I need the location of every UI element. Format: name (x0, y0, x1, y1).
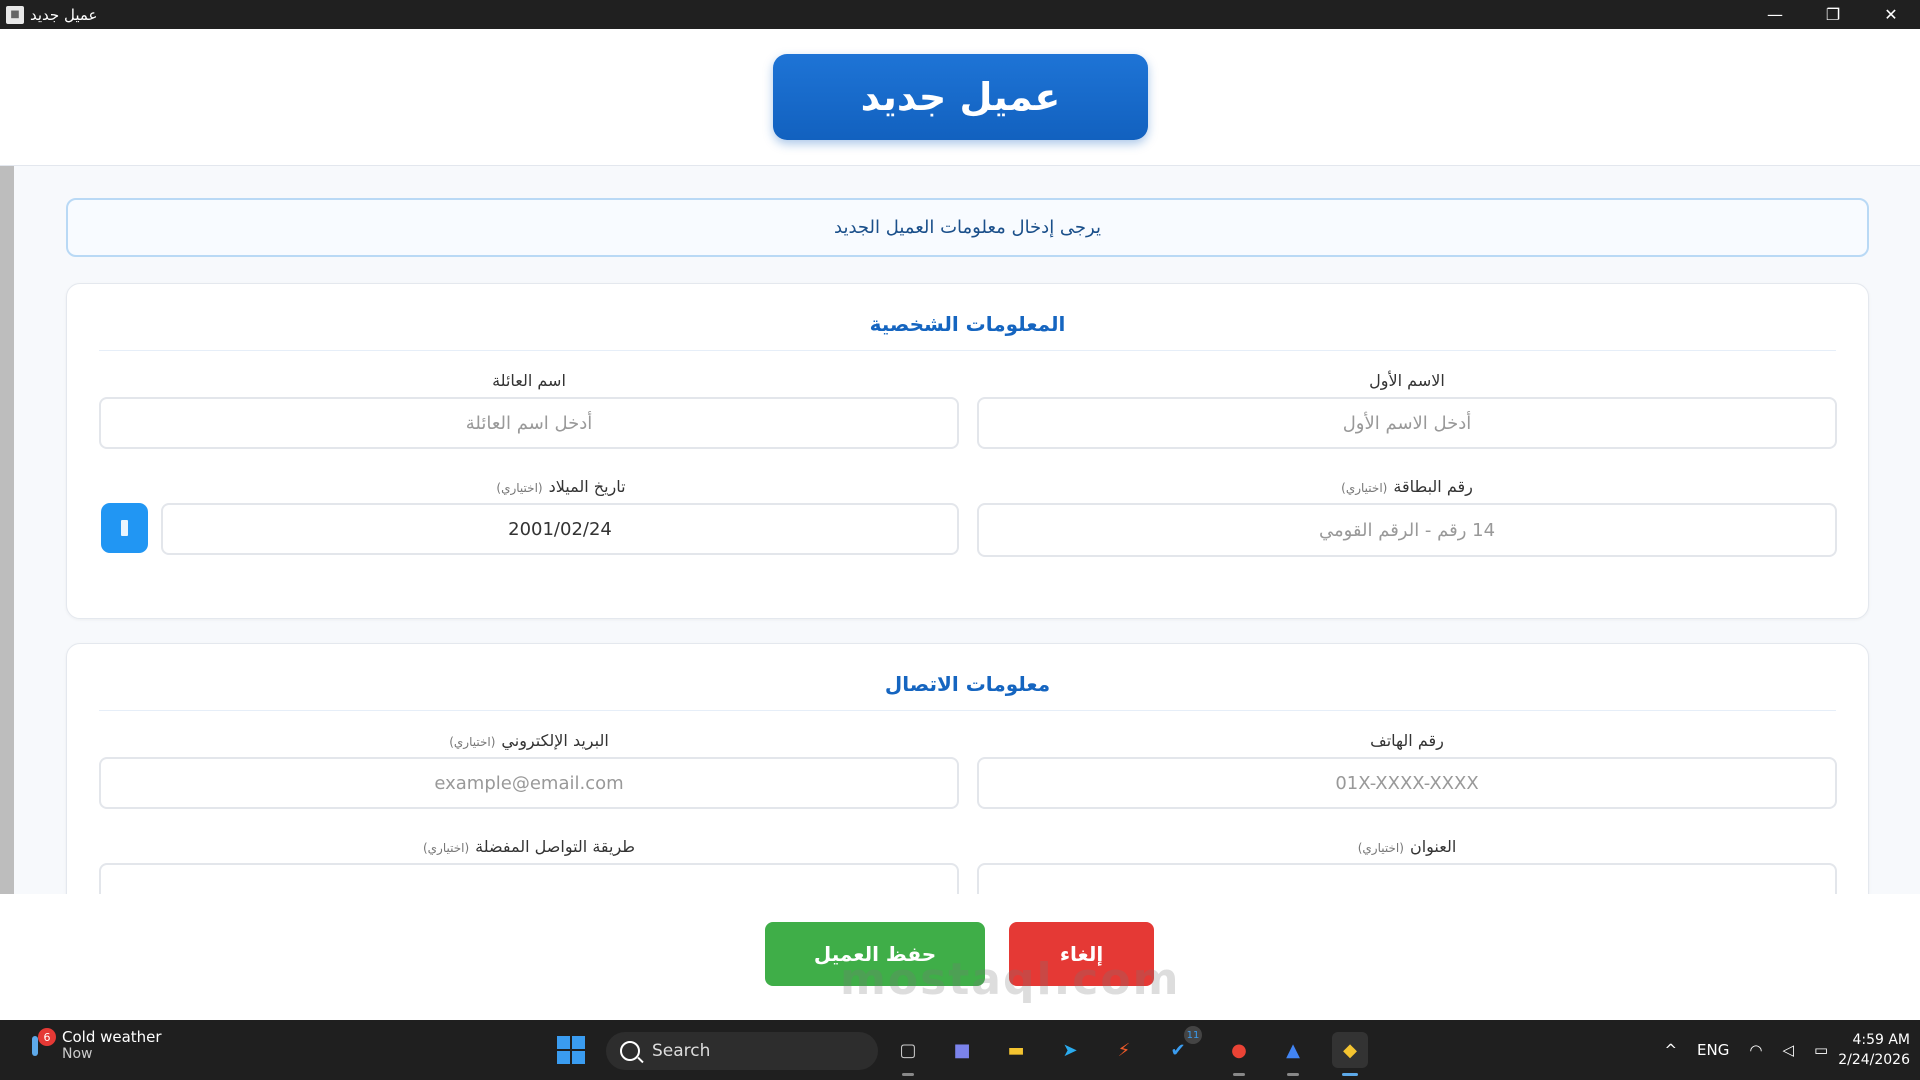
section-title-contact: معلومات الاتصال (884, 672, 1051, 696)
app-icon: ■ (6, 5, 24, 24)
window-controls: — ❐ ✕ (1746, 0, 1920, 29)
arc-icon[interactable]: ▲ (1275, 1032, 1311, 1076)
close-button[interactable]: ✕ (1862, 0, 1920, 29)
windows-start-icon[interactable] (557, 1036, 585, 1064)
scrollbar[interactable] (0, 166, 14, 894)
contact-method-label: طريقة التواصل المفضلة(اختياري) (422, 837, 636, 856)
todo-icon[interactable]: ✔ 11 (1160, 1026, 1202, 1068)
optional-tag: (اختياري) (422, 841, 470, 855)
tray-chevron-icon[interactable]: ^ (1664, 1041, 1677, 1059)
birth-date-label: تاريخ الميلاد(اختياري) (496, 477, 626, 496)
email-label: البريد الإلكتروني(اختياري) (449, 731, 609, 750)
taskbar: 6 Cold weather Now Search ▢ ■ ▬ ➤ ⚡ ✔ 11 … (0, 1020, 1920, 1080)
form-actions: حفظ العميل إلغاء mostaql.com (0, 894, 1920, 1020)
section-title-personal: المعلومات الشخصية (869, 312, 1066, 336)
minimize-button[interactable]: — (1746, 0, 1804, 29)
id-number-input[interactable]: 14 رقم - الرقم القومي (977, 503, 1837, 557)
telegram-icon[interactable]: ➤ (1052, 1032, 1088, 1068)
maximize-button[interactable]: ❐ (1804, 0, 1862, 29)
battery-icon[interactable]: ▭ (1814, 1041, 1828, 1059)
email-input[interactable]: example@email.com (99, 757, 959, 809)
last-name-label: اسم العائلة (492, 371, 566, 390)
weather-badge: 6 (38, 1028, 56, 1046)
flash-icon[interactable]: ⚡ (1106, 1032, 1142, 1068)
todo-badge: 11 (1184, 1026, 1202, 1044)
system-tray: ^ ENG ◠ ◁ ▭ 4:59 AM 2/24/2026 (1654, 1020, 1920, 1080)
search-icon (620, 1041, 640, 1061)
clock[interactable]: 4:59 AM 2/24/2026 (1838, 1030, 1910, 1070)
watermark: mostaql.com (840, 954, 1181, 1005)
taskbar-search[interactable]: Search (606, 1032, 878, 1070)
address-label: العنوان(اختياري) (1357, 837, 1457, 856)
optional-tag: (اختياري) (1341, 481, 1388, 495)
calendar-icon (121, 520, 128, 536)
first-name-input[interactable]: أدخل الاسم الأول (977, 397, 1837, 449)
page-header: عميل جديد (0, 29, 1920, 166)
clock-date: 2/24/2026 (1838, 1052, 1910, 1068)
optional-tag: (اختياري) (449, 735, 496, 749)
thermometer-icon: 6 (20, 1028, 56, 1060)
section-divider (99, 350, 1836, 351)
weather-sub: Now (62, 1046, 93, 1062)
birth-date-input[interactable]: 2001/02/24 (161, 503, 959, 555)
weather-widget[interactable]: 6 Cold weather Now (20, 1028, 162, 1062)
weather-title: Cold weather (62, 1028, 162, 1046)
info-banner: يرجى إدخال معلومات العميل الجديد (66, 198, 1869, 257)
contact-info-card: معلومات الاتصال رقم الهاتف 01X-XXXX-XXXX… (66, 643, 1869, 894)
section-divider (99, 710, 1836, 711)
phone-label: رقم الهاتف (1370, 731, 1444, 750)
folder-icon[interactable]: ▬ (998, 1032, 1034, 1068)
page-title: عميل جديد (773, 54, 1148, 140)
language-indicator[interactable]: ENG (1697, 1041, 1729, 1059)
volume-icon[interactable]: ◁ (1782, 1041, 1794, 1059)
window-title: عميل جديد (30, 5, 98, 24)
contact-method-select[interactable] (99, 863, 959, 894)
chrome-icon[interactable]: ● (1221, 1032, 1257, 1076)
teams-icon[interactable]: ■ (944, 1032, 980, 1068)
first-name-label: الاسم الأول (1369, 371, 1445, 390)
optional-tag: (اختياري) (496, 481, 543, 495)
wifi-icon[interactable]: ◠ (1749, 1041, 1762, 1059)
last-name-input[interactable]: أدخل اسم العائلة (99, 397, 959, 449)
id-number-label: رقم البطاقة(اختياري) (1341, 477, 1473, 496)
optional-tag: (اختياري) (1357, 841, 1404, 855)
clock-time: 4:59 AM (1852, 1032, 1910, 1048)
calendar-button[interactable] (101, 503, 148, 553)
phone-input[interactable]: 01X-XXXX-XXXX (977, 757, 1837, 809)
personal-info-card: المعلومات الشخصية الاسم الأول أدخل الاسم… (66, 283, 1869, 619)
search-label: Search (652, 1041, 711, 1061)
window-titlebar: ■ عميل جديد — ❐ ✕ (0, 0, 1920, 29)
python-icon[interactable]: ◆ (1332, 1032, 1368, 1076)
form-scroll-area[interactable]: يرجى إدخال معلومات العميل الجديد المعلوم… (0, 166, 1920, 894)
address-input[interactable] (977, 863, 1837, 894)
file-explorer-icon[interactable]: ▢ (890, 1032, 926, 1076)
